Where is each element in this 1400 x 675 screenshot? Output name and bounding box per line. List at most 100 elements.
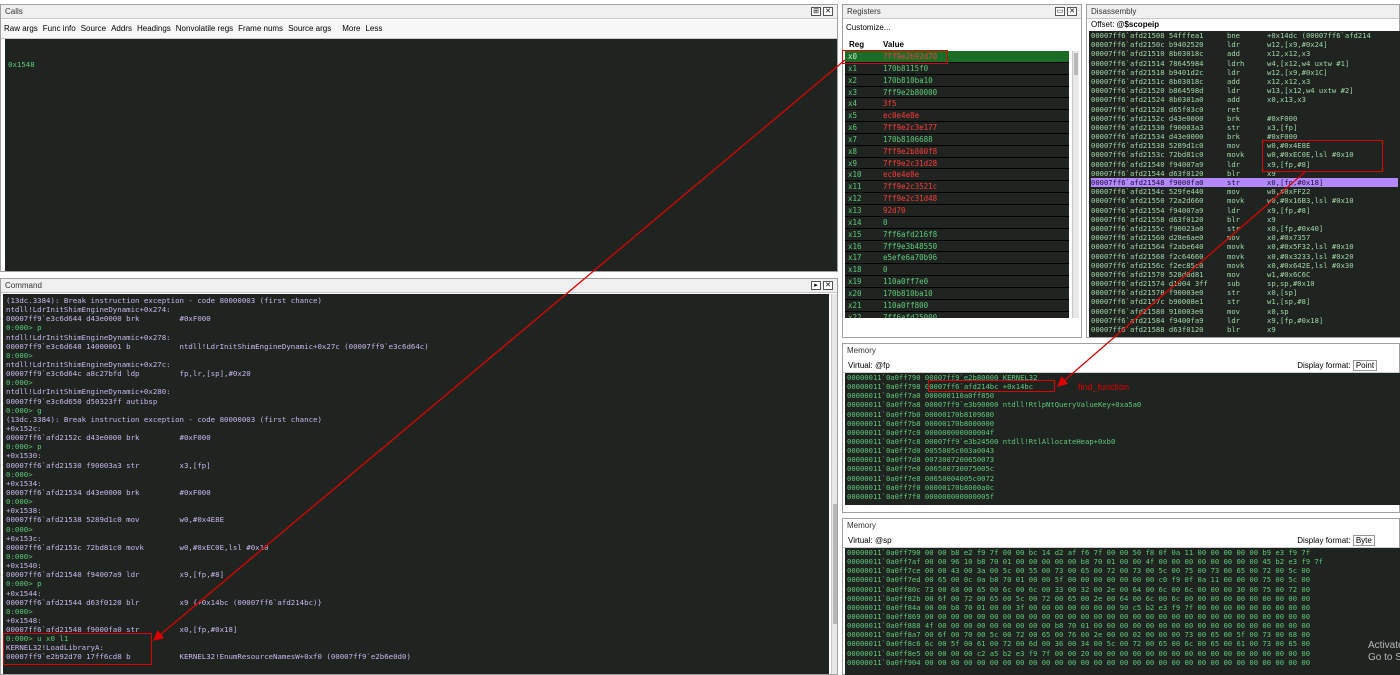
command-line: 00007ff9`e3c6d64c a8c27bfd ldp fp,lr,[sp… (6, 369, 251, 379)
current-instruction[interactable]: 00007ff6`afd21548 f9000fa0 str x0,[fp,#0x1… (1091, 178, 1398, 188)
memory-value: 00 00 b8 e2 f9 7f 00 00 bc 14 d2 af f6 7… (924, 548, 1311, 557)
instruction-mnemonic: mov (1227, 306, 1240, 316)
disassembly-line[interactable]: 00007ff6`afd21528 d65f03c0 ret (1091, 105, 1398, 114)
disassembly-line[interactable]: 00007ff6`afd21518 b9401d2c ldr w12,[x9,#0x… (1091, 68, 1398, 77)
disassembly-line[interactable]: 00007ff6`afd21530 f90003a3 str x3,[fp] (1091, 123, 1398, 132)
instruction-mnemonic: brk (1227, 132, 1240, 142)
options-icon[interactable]: ▭ (1055, 7, 1065, 16)
register-row[interactable]: x17 e5efe6a70b96 (845, 252, 1069, 265)
register-row[interactable]: x19 110a0ff7e0 (845, 276, 1069, 288)
toolbar-button-func-info[interactable]: Func info (43, 24, 76, 33)
disassembly-line[interactable]: 00007ff6`afd2157c b90008e1 str w1,[sp,#8] (1091, 297, 1398, 306)
disassembly-line[interactable]: 00007ff6`afd21508 54fffea1 bne +0x14dc (00… (1091, 31, 1398, 40)
disassembly-line[interactable]: 00007ff6`afd2150c b9402520 ldr w12,[x9,#0x… (1091, 40, 1398, 49)
register-row[interactable]: x1 170b8115f0 (845, 63, 1069, 75)
disassembly-line[interactable]: 00007ff6`afd2156c f2ec85c0 movk x0,#0x642E… (1091, 261, 1398, 270)
command-line: 0:000> (6, 551, 33, 561)
toolbar-button-source[interactable]: Source (81, 24, 106, 33)
disassembly-line[interactable]: 00007ff6`afd2155c f90023a0 str x0,[fp,#0x4… (1091, 224, 1398, 233)
disassembly-line[interactable]: 00007ff6`afd2154c 529fe440 mov w0,#0xFF22 (1091, 187, 1398, 196)
register-row[interactable]: x3 7ff9e2b80000 (845, 87, 1069, 99)
offset-input[interactable]: @$scopeip (1117, 20, 1159, 29)
disassembly-line[interactable]: 00007ff6`afd21558 d63f0120 blr x9 (1091, 215, 1398, 224)
disassembly-line[interactable]: 00007ff6`afd21520 b864598d ldr w13,[x12,w4… (1091, 86, 1398, 95)
disassembly-line[interactable]: 00007ff6`afd21588 d63f0120 blr x9 (1091, 325, 1398, 334)
display-format-select[interactable]: Byte (1352, 535, 1375, 546)
toolbar-button-headings[interactable]: Headings (137, 24, 171, 33)
disassembly-line[interactable]: 00007ff6`afd21510 8b03018c add x12,x12,x3 (1091, 49, 1398, 58)
disassembly-line[interactable]: 00007ff6`afd2152c d43e0000 brk #0xF000 (1091, 114, 1398, 123)
command-icon[interactable]: ▸ (811, 281, 821, 290)
register-row[interactable]: x10 ec0e4e8e (845, 169, 1069, 182)
pin-icon[interactable]: ⊞ (811, 7, 821, 16)
virtual-input[interactable]: @fp (875, 361, 1295, 370)
registers-scrollbar[interactable] (1072, 51, 1079, 318)
toolbar-button-less[interactable]: Less (365, 24, 382, 33)
memory-title: Memory (847, 521, 876, 530)
close-icon[interactable]: ✕ (1067, 7, 1077, 16)
toolbar-button-more[interactable]: More (342, 24, 360, 33)
disassembly-line[interactable]: 00007ff6`afd21568 f2c64660 movk x0,#0x3233… (1091, 252, 1398, 261)
register-row[interactable]: x21 110a0ff800 (845, 300, 1069, 312)
disassembly-line[interactable]: 00007ff6`afd2151c 8b03018c add x12,x12,x3 (1091, 77, 1398, 86)
disassembly-line[interactable]: 00007ff6`afd21570 528d8d81 mov w1,#0x6C6C (1091, 270, 1398, 279)
register-row[interactable]: x13 92d70 (845, 205, 1069, 217)
disassembly-line[interactable]: 00007ff6`afd21514 78645984 ldrh w4,[x12,w4… (1091, 59, 1398, 68)
instruction-operands: x0,[fp,#0x18] (1267, 178, 1324, 187)
register-row[interactable]: x14 0 (845, 217, 1069, 229)
toolbar-button-raw-args[interactable]: Raw args (4, 24, 38, 33)
disassembly-line[interactable]: 00007ff6`afd21574 d1004 3ff sub sp,sp,#0x1… (1091, 279, 1398, 288)
disassembly-line[interactable]: 00007ff6`afd21524 8b0301a0 add x0,x13,x3 (1091, 95, 1398, 104)
scrollbar-thumb[interactable] (1074, 53, 1078, 75)
disassembly-line[interactable]: 00007ff6`afd21584 f9400fa9 ldr x9,[fp,#0x1… (1091, 316, 1398, 325)
register-row[interactable]: x2 170b810ba10 (845, 75, 1069, 87)
toolbar-button-source-args[interactable]: Source args (288, 24, 331, 33)
register-row[interactable]: x4 3f5 (845, 98, 1069, 111)
disassembly-line[interactable]: 00007ff6`afd21550 72a2d660 movk w0,#0x16B3… (1091, 196, 1398, 205)
disassembly-line[interactable]: 00007ff6`afd21564 f2abe640 movk x0,#0x5F32… (1091, 242, 1398, 251)
command-line: 00007ff6`afd21534 d43e0000 brk #0xF000 (6, 487, 211, 497)
memory-value: 0073007200650073 (924, 455, 995, 465)
register-row[interactable]: x22 7ff6afd25000 (845, 312, 1069, 318)
register-name: x10 (848, 170, 862, 180)
disassembly-line[interactable]: 00007ff6`afd21580 910003e0 mov x0,sp (1091, 307, 1398, 316)
calls-toolbar: Raw args Func info Source Addrs Headings Nonv… (1, 20, 837, 39)
instruction-operands: x0,sp (1267, 306, 1289, 316)
command-line: 0:000> p (6, 442, 42, 452)
scrollbar-thumb[interactable] (833, 504, 837, 624)
register-row[interactable]: x20 170b810ba10 (845, 288, 1069, 300)
register-row[interactable]: x5 ec0e4e8e (845, 110, 1069, 123)
register-row[interactable]: x9 7ff9e2c31d28 (845, 158, 1069, 170)
toolbar-button-frame-nums[interactable]: Frame nums (238, 24, 283, 33)
command-scrollbar[interactable] (831, 294, 837, 674)
register-row[interactable]: x7 170b8106688 (845, 134, 1069, 146)
instruction-operands: w13,[x12,w4 uxtw #2] (1267, 86, 1354, 96)
register-row[interactable]: x8 7ff9e2b800f8 (845, 146, 1069, 158)
register-row[interactable]: x12 7ff9e2c31d48 (845, 193, 1069, 205)
register-row[interactable]: x11 7ff9e2c3521c (845, 181, 1069, 194)
instruction-address: 00007ff6`afd21564 f2abe640 (1091, 242, 1204, 252)
close-icon[interactable]: ✕ (823, 7, 833, 16)
display-format-select[interactable]: Point (1352, 360, 1378, 371)
toolbar-button-addrs[interactable]: Addrs (111, 24, 132, 33)
virtual-input[interactable]: @sp (875, 536, 1295, 545)
instruction-address: 00007ff6`afd21538 5289d1c0 (1091, 141, 1204, 151)
disassembly-line[interactable]: 00007ff6`afd21554 f94007a9 ldr x9,[fp,#8] (1091, 206, 1398, 215)
instruction-address: 00007ff6`afd2151c 8b03018c (1091, 76, 1204, 86)
customize-link[interactable]: Customize... (846, 23, 890, 32)
instruction-address: 00007ff6`afd2153c 72bd81c0 (1091, 150, 1204, 160)
disassembly-line[interactable]: 00007ff6`afd21560 d28e6ae0 mov x0,#0x7357 (1091, 233, 1398, 242)
instruction-address: 00007ff6`afd21540 f94007a9 (1091, 159, 1204, 169)
register-value: 0 (883, 217, 888, 227)
disassembly-line[interactable]: 00007ff6`afd21578 f90003e0 str x0,[sp] (1091, 288, 1398, 297)
command-line: 00007ff9`e3c6d648 14000001 b ntdll!LdrIn… (6, 341, 429, 351)
instruction-operands: x0,#0x7357 (1267, 233, 1311, 243)
register-row[interactable]: x6 7ff9e2c3e177 (845, 122, 1069, 134)
memory-address: 00000011`0a0ff7ce (847, 566, 925, 576)
register-row[interactable]: x15 7ff6afd216f8 (845, 229, 1069, 241)
register-row[interactable]: x18 0 (845, 264, 1069, 277)
register-row[interactable]: x16 7ff9e3b48550 (845, 241, 1069, 253)
close-icon[interactable]: ✕ (823, 281, 833, 290)
register-value: 7ff9e2c3521c (883, 182, 938, 192)
toolbar-button-nonvolatile-regs[interactable]: Nonvolatile regs (176, 24, 233, 33)
